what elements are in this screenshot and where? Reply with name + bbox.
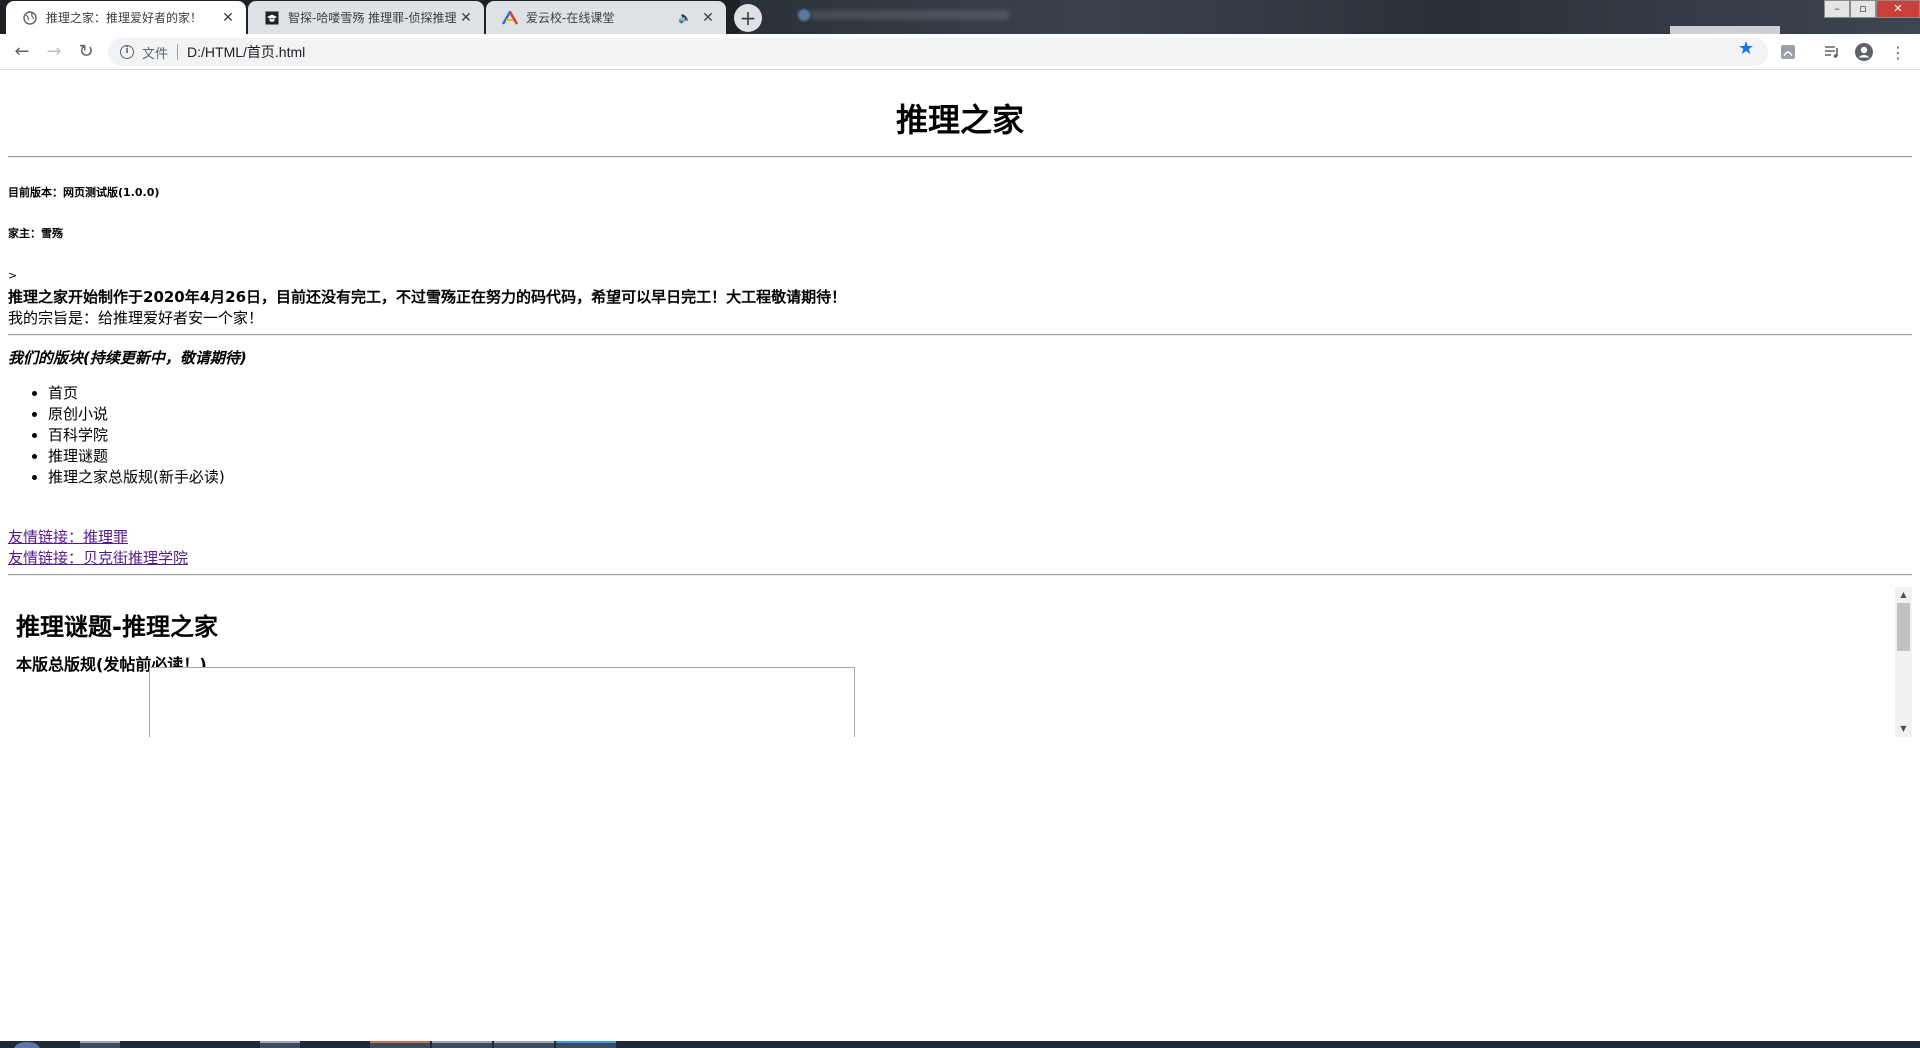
tab-aiyunxiao[interactable]: 爱云校-在线课堂 🔈 ✕ [486, 1, 726, 34]
taskbar-app-icon[interactable] [80, 1041, 120, 1048]
globe-icon [22, 10, 38, 26]
embedded-title: 推理谜题-推理之家 [16, 613, 218, 641]
friend-link-tuilizui[interactable]: 友情链接：推理罪 [8, 526, 128, 547]
taskbar-app-icon[interactable] [260, 1041, 300, 1048]
divider [8, 574, 1912, 576]
browser-toolbar: ← → ↻ i 文件 D:/HTML/首页.html ★ ⋮ [0, 34, 1920, 70]
maximize-button[interactable]: ▫ [1850, 0, 1876, 18]
list-item: 推理谜题 [48, 446, 225, 467]
list-item: 百科学院 [48, 425, 225, 446]
start-button[interactable] [14, 1042, 40, 1048]
taskbar-app-icon[interactable] [494, 1041, 554, 1048]
owner-text: 家主：雪殇 [8, 227, 63, 240]
address-url[interactable]: D:/HTML/首页.html [187, 42, 305, 62]
blurred-background [740, 0, 1920, 34]
friend-link-baker-street[interactable]: 友情链接：贝克街推理学院 [8, 547, 188, 568]
scroll-up-arrow-icon[interactable]: ▲ [1895, 587, 1912, 603]
window-controls: – ▫ ✕ [1824, 0, 1920, 18]
frame-scrollbar[interactable]: ▲ ▼ [1895, 587, 1912, 737]
close-icon[interactable]: ✕ [700, 10, 716, 26]
list-item: 首页 [48, 383, 225, 404]
tab-title: 推理之家：推理爱好者的家！ [46, 11, 203, 25]
profile-avatar-icon[interactable] [1854, 42, 1874, 62]
taskbar-app-icon[interactable] [556, 1041, 616, 1048]
speaker-icon[interactable]: 🔈 [678, 11, 692, 24]
a-logo-icon [502, 10, 518, 26]
graduation-cap-icon [264, 10, 280, 26]
sections-list: 首页 原创小说 百科学院 推理谜题 推理之家总版规(新手必读) [48, 383, 225, 488]
divider [8, 334, 1912, 336]
list-item: 推理之家总版规(新手必读) [48, 467, 225, 488]
browser-titlebar: 推理之家：推理爱好者的家！ ✕ 智探-哈喽雪殇 推理罪-侦探推理 ✕ 爱云校-在… [0, 0, 1920, 34]
window-close-button[interactable]: ✕ [1876, 0, 1920, 18]
new-tab-button[interactable]: + [734, 4, 762, 32]
sections-heading: 我们的版块(持续更新中，敬请期待) [8, 349, 247, 367]
close-icon[interactable]: ✕ [458, 10, 474, 26]
embedded-frame[interactable]: 推理谜题-推理之家 本版总版规(发帖前必读！) ▲ ▼ [0, 587, 1912, 737]
tab-title: 智探-哈喽雪殇 推理罪-侦探推理 [288, 11, 457, 25]
page-title: 推理之家 [895, 101, 1024, 139]
minimize-button[interactable]: – [1824, 0, 1850, 18]
back-arrow-icon[interactable]: ← [10, 40, 34, 64]
list-item: 原创小说 [48, 404, 225, 425]
os-taskbar [0, 1041, 1920, 1048]
menu-kebab-icon[interactable]: ⋮ [1888, 42, 1908, 62]
forward-arrow-icon[interactable]: → [42, 40, 66, 64]
tab-home[interactable]: 推理之家：推理爱好者的家！ ✕ [6, 1, 246, 34]
rules-textarea[interactable] [149, 667, 855, 737]
scroll-thumb[interactable] [1897, 603, 1910, 651]
file-scheme-label: 文件 [142, 46, 169, 62]
intro-bold-text: 推理之家开始制作于2020年4月26日，目前还没有完工，不过雪殇正在努力的码代码… [8, 288, 847, 306]
bookmark-star-icon[interactable]: ★ [1738, 38, 1754, 59]
version-text: 目前版本：网页测试版(1.0.0) [8, 186, 160, 199]
intro-text: 我的宗旨是：给推理爱好者安一个家！ [8, 309, 264, 327]
address-bar[interactable]: i 文件 D:/HTML/首页.html [108, 38, 1768, 66]
taskbar-app-icon[interactable] [370, 1041, 430, 1048]
page-content: 推理之家 目前版本：网页测试版(1.0.0) 家主：雪殇 > 推理之家开始制作于… [0, 71, 1920, 1041]
taskbar-app-icon[interactable] [432, 1041, 492, 1048]
pdf-extension-icon[interactable] [1778, 42, 1798, 62]
info-icon[interactable]: i [120, 45, 134, 59]
stray-char: > [8, 269, 18, 282]
media-control-icon[interactable] [1822, 42, 1842, 62]
tab-title: 爱云校-在线课堂 [526, 11, 615, 25]
scroll-down-arrow-icon[interactable]: ▼ [1895, 721, 1912, 737]
divider [8, 156, 1912, 158]
close-icon[interactable]: ✕ [220, 10, 236, 26]
reload-icon[interactable]: ↻ [74, 40, 98, 64]
tab-zhitan[interactable]: 智探-哈喽雪殇 推理罪-侦探推理 ✕ [248, 1, 484, 34]
